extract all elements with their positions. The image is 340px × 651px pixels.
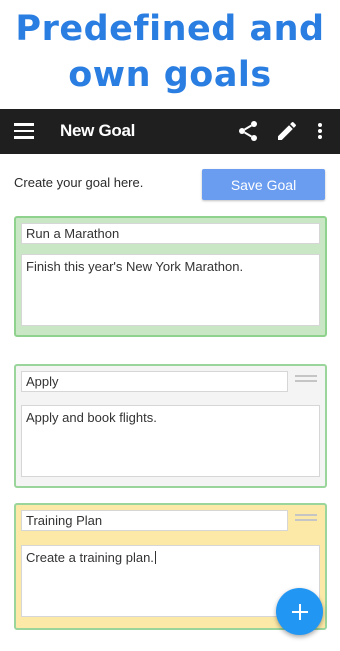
- share-icon[interactable]: [236, 119, 260, 143]
- drag-handle-icon[interactable]: [295, 375, 317, 383]
- add-goal-button[interactable]: [276, 588, 323, 635]
- add-icon: [291, 603, 308, 620]
- goal-card[interactable]: Apply Apply and book flights.: [14, 364, 327, 488]
- goal-title-field[interactable]: Run a Marathon: [21, 223, 320, 244]
- more-vert-icon[interactable]: [310, 119, 330, 143]
- edit-icon[interactable]: [275, 119, 299, 143]
- app-bar-title: New Goal: [60, 121, 136, 140]
- headline-line-2: own goals: [68, 55, 272, 95]
- goal-title-field[interactable]: Apply: [21, 371, 288, 392]
- goal-title-field[interactable]: Training Plan: [21, 510, 288, 531]
- app-bar: New Goal: [0, 109, 340, 154]
- menu-icon[interactable]: [14, 123, 34, 139]
- headline-line-1: Predefined and: [15, 9, 325, 49]
- promo-headline: Predefined and own goals: [0, 6, 340, 98]
- goal-description-field[interactable]: Apply and book flights.: [21, 405, 320, 477]
- goal-description-text: Create a training plan.: [26, 550, 154, 565]
- goal-description-field[interactable]: Create a training plan.: [21, 545, 320, 617]
- create-goal-prompt: Create your goal here.: [14, 175, 144, 190]
- save-goal-button[interactable]: Save Goal: [202, 169, 325, 200]
- goal-card[interactable]: Run a Marathon Finish this year's New Yo…: [14, 216, 327, 337]
- text-cursor: [154, 551, 156, 564]
- drag-handle-icon[interactable]: [295, 514, 317, 522]
- goal-description-field[interactable]: Finish this year's New York Marathon.: [21, 254, 320, 326]
